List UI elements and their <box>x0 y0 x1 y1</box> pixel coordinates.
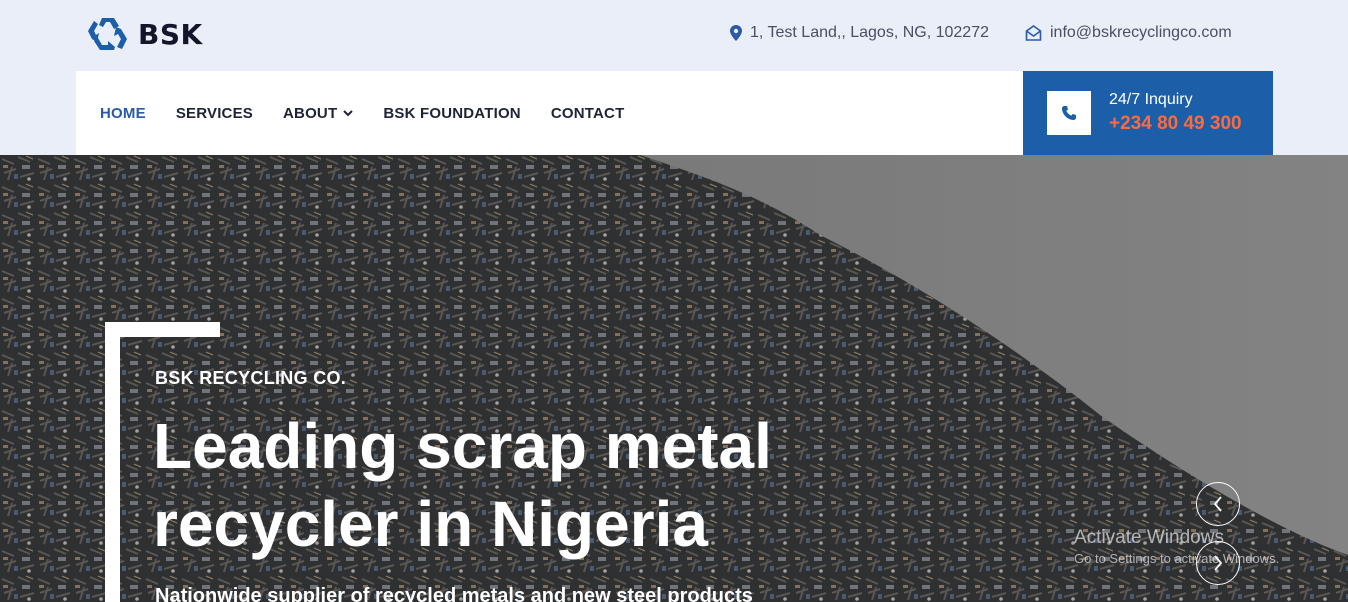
nav-contact[interactable]: CONTACT <box>551 105 625 122</box>
activation-watermark: Activate Windows Go to Settings to activ… <box>1074 527 1279 566</box>
phone-icon <box>1062 106 1076 120</box>
hero-description: Nationwide supplier of recycled metals a… <box>155 585 753 602</box>
address-text: 1, Test Land,, Lagos, NG, 102272 <box>750 24 989 41</box>
email-link[interactable]: info@bskrecyclingco.com <box>1050 24 1232 42</box>
hero-title: Leading scrap metal recycler in Nigeria <box>153 410 772 560</box>
envelope-open-icon <box>1025 25 1042 41</box>
recycle-icon <box>88 18 127 50</box>
chevron-left-icon <box>1213 496 1222 512</box>
inquiry-phone[interactable]: +234 80 49 300 <box>1109 113 1242 135</box>
slider-prev-button[interactable] <box>1196 482 1240 526</box>
brand-name: BSK <box>138 17 203 51</box>
watermark-subtitle: Go to Settings to activate Windows. <box>1074 551 1280 566</box>
inquiry-box[interactable]: 24/7 Inquiry +234 80 49 300 <box>1023 71 1273 155</box>
hero-eyebrow: BSK RECYCLING CO. <box>155 368 347 388</box>
nav-services[interactable]: SERVICES <box>176 105 253 122</box>
map-pin-icon <box>730 25 742 41</box>
top-header: BSK 1, Test Land,, Lagos, NG, 102272 inf… <box>0 0 1348 155</box>
nav-home[interactable]: HOME <box>100 105 146 122</box>
hero-slider: BSK RECYCLING CO. Leading scrap metal re… <box>0 155 1348 602</box>
chevron-down-icon <box>343 109 354 116</box>
inquiry-label: 24/7 Inquiry <box>1109 91 1193 108</box>
nav-about[interactable]: ABOUT <box>283 105 354 122</box>
watermark-title: Activate Windows <box>1074 527 1224 548</box>
main-nav: HOME SERVICES ABOUT BSK FOUNDATION CONTA… <box>76 71 1023 155</box>
phone-icon-box <box>1047 91 1091 135</box>
brand-logo[interactable]: BSK <box>86 16 203 52</box>
inquiry-text: 24/7 Inquiry +234 80 49 300 <box>1109 91 1242 135</box>
address-info: 1, Test Land,, Lagos, NG, 102272 <box>730 24 989 42</box>
nav-bsk-foundation[interactable]: BSK FOUNDATION <box>383 105 521 122</box>
email-info[interactable]: info@bskrecyclingco.com <box>1025 24 1232 42</box>
